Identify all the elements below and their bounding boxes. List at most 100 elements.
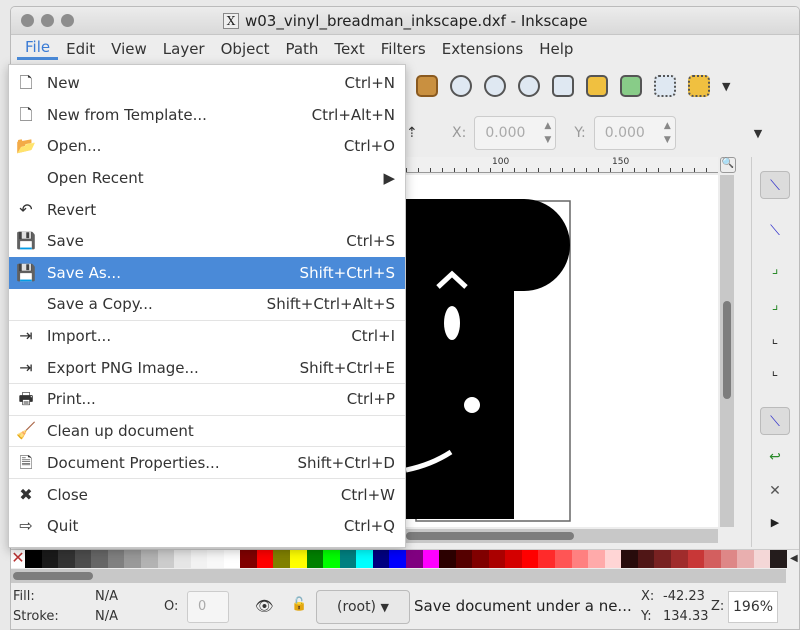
color-swatch[interactable] [621,550,638,568]
menu-item-clean-up-document[interactable]: 🧹 Clean up document [9,416,405,448]
color-swatch[interactable] [157,550,175,568]
color-swatch[interactable] [339,550,357,568]
zoom-selection-icon[interactable] [450,75,472,97]
menu-text[interactable]: Text [326,40,372,58]
menu-item-new[interactable]: 🗋 New Ctrl+N [9,67,405,99]
more-snap-icon[interactable]: ▶ [760,509,790,537]
snap-path-icon[interactable]: ↩ [760,443,790,471]
color-swatch[interactable] [687,550,705,568]
vertical-scrollbar[interactable] [720,175,734,527]
y-input[interactable]: 0.000 [593,116,676,150]
color-swatch[interactable] [306,550,324,568]
color-swatch[interactable] [588,550,605,568]
menu-item-open-recent[interactable]: Open Recent ▶ [9,162,405,194]
opacity-input[interactable]: 0 [187,591,229,623]
group-lock-icon[interactable] [586,75,608,97]
layer-dropdown[interactable]: (root) ▼ [316,590,410,624]
lock-icon[interactable]: 🔓 [291,597,307,612]
fill-value[interactable]: N/A [95,589,118,604]
menu-item-open[interactable]: 📂 Open... Ctrl+O [9,130,405,162]
color-swatch[interactable] [74,550,92,568]
stroke-value[interactable]: N/A [95,609,118,624]
maximize-window-button[interactable] [61,14,74,27]
color-swatch[interactable] [323,550,340,568]
color-swatch[interactable] [91,550,108,568]
menu-item-revert[interactable]: ↶ Revert [9,194,405,226]
color-swatch[interactable] [190,550,208,568]
color-swatch[interactable] [405,550,423,568]
menu-item-document-properties[interactable]: 🗎 Document Properties... Shift+Ctrl+D [9,447,405,479]
menu-file[interactable]: File [17,38,59,60]
controls-overflow-icon[interactable]: ▼ [754,127,762,140]
menu-item-new-from-template[interactable]: 🗋 New from Template... Ctrl+Alt+N [9,99,405,131]
color-swatch[interactable] [737,550,754,568]
color-swatch[interactable] [604,550,622,568]
menu-filters[interactable]: Filters [373,40,434,58]
color-swatch[interactable] [25,550,42,568]
snap-nodes-icon[interactable] [688,75,710,97]
color-swatch[interactable] [538,550,555,568]
color-swatch[interactable] [372,550,390,568]
no-paint-swatch[interactable]: ✕ [11,550,25,568]
color-swatch[interactable] [488,550,506,568]
color-swatch[interactable] [753,550,771,568]
color-swatch[interactable] [521,550,539,568]
snap-bbox-edge-icon[interactable]: ⌟ [760,255,790,283]
color-swatch[interactable] [704,550,721,568]
toolbar-overflow-icon[interactable]: ▼ [722,80,730,93]
snap-nodes-icon[interactable]: ⟍ [760,407,790,435]
menu-item-import[interactable]: ⇥ Import... Ctrl+I [9,321,405,353]
paste-icon[interactable] [416,75,438,97]
zoom-page-icon[interactable] [518,75,540,97]
visibility-icon[interactable]: 👁 [255,597,274,615]
horizontal-scrollbar[interactable] [406,529,718,543]
snap-toggle-icon[interactable]: ⟍ [760,171,790,199]
color-swatch[interactable] [256,550,274,568]
menu-path[interactable]: Path [277,40,326,58]
color-swatch[interactable] [505,550,522,568]
color-swatch[interactable] [223,550,241,568]
menu-item-save-a-copy[interactable]: Save a Copy... Shift+Ctrl+Alt+S [9,289,405,321]
menu-layer[interactable]: Layer [155,40,213,58]
menu-item-close[interactable]: ✖ Close Ctrl+W [9,479,405,511]
color-swatch[interactable] [290,550,307,568]
menu-view[interactable]: View [103,40,155,58]
color-swatch[interactable] [174,550,191,568]
x-input[interactable]: 0.000 [474,116,557,150]
close-window-button[interactable] [21,14,34,27]
menu-item-print[interactable]: 🖶 Print... Ctrl+P [9,384,405,416]
zoom-drawing-icon[interactable] [484,75,506,97]
snap-bbox-icon[interactable]: ⟍ [760,217,790,245]
menu-edit[interactable]: Edit [58,40,103,58]
color-swatch[interactable] [472,550,489,568]
color-swatch[interactable] [654,550,671,568]
color-swatch[interactable] [207,550,224,568]
color-swatch[interactable] [455,550,473,568]
color-swatch[interactable] [571,550,589,568]
color-swatch[interactable] [770,550,787,568]
color-swatch[interactable] [273,550,290,568]
color-swatch[interactable] [41,550,59,568]
color-swatch[interactable] [720,550,738,568]
palette-scrollbar[interactable] [11,569,786,583]
color-swatch[interactable] [422,550,440,568]
menu-item-export-png-image[interactable]: ⇥ Export PNG Image... Shift+Ctrl+E [9,352,405,384]
snap-intersection-icon[interactable]: ✕ [760,477,790,505]
zoom-input[interactable]: 196% [728,591,778,623]
menu-extensions[interactable]: Extensions [434,40,531,58]
menu-item-quit[interactable]: ⇨ Quit Ctrl+Q [9,511,405,543]
color-swatch[interactable] [670,550,688,568]
snap-bbox-icon[interactable] [654,75,676,97]
menu-item-save[interactable]: 💾 Save Ctrl+S [9,225,405,257]
snap-bbox-corner-icon[interactable]: ⌟ [760,291,790,319]
color-swatch[interactable] [107,550,125,568]
color-swatch[interactable] [240,550,257,568]
menu-item-save-as[interactable]: 💾 Save As... Shift+Ctrl+S [9,257,405,289]
duplicate-icon[interactable] [552,75,574,97]
snap-bbox-center-icon[interactable]: ⌞ [760,357,790,385]
snap-bbox-midpoint-icon[interactable]: ⌞ [760,325,790,353]
ungroup-icon[interactable] [620,75,642,97]
menu-help[interactable]: Help [531,40,581,58]
zoom-100-icon[interactable]: 🔍 [720,157,736,173]
menu-object[interactable]: Object [213,40,278,58]
